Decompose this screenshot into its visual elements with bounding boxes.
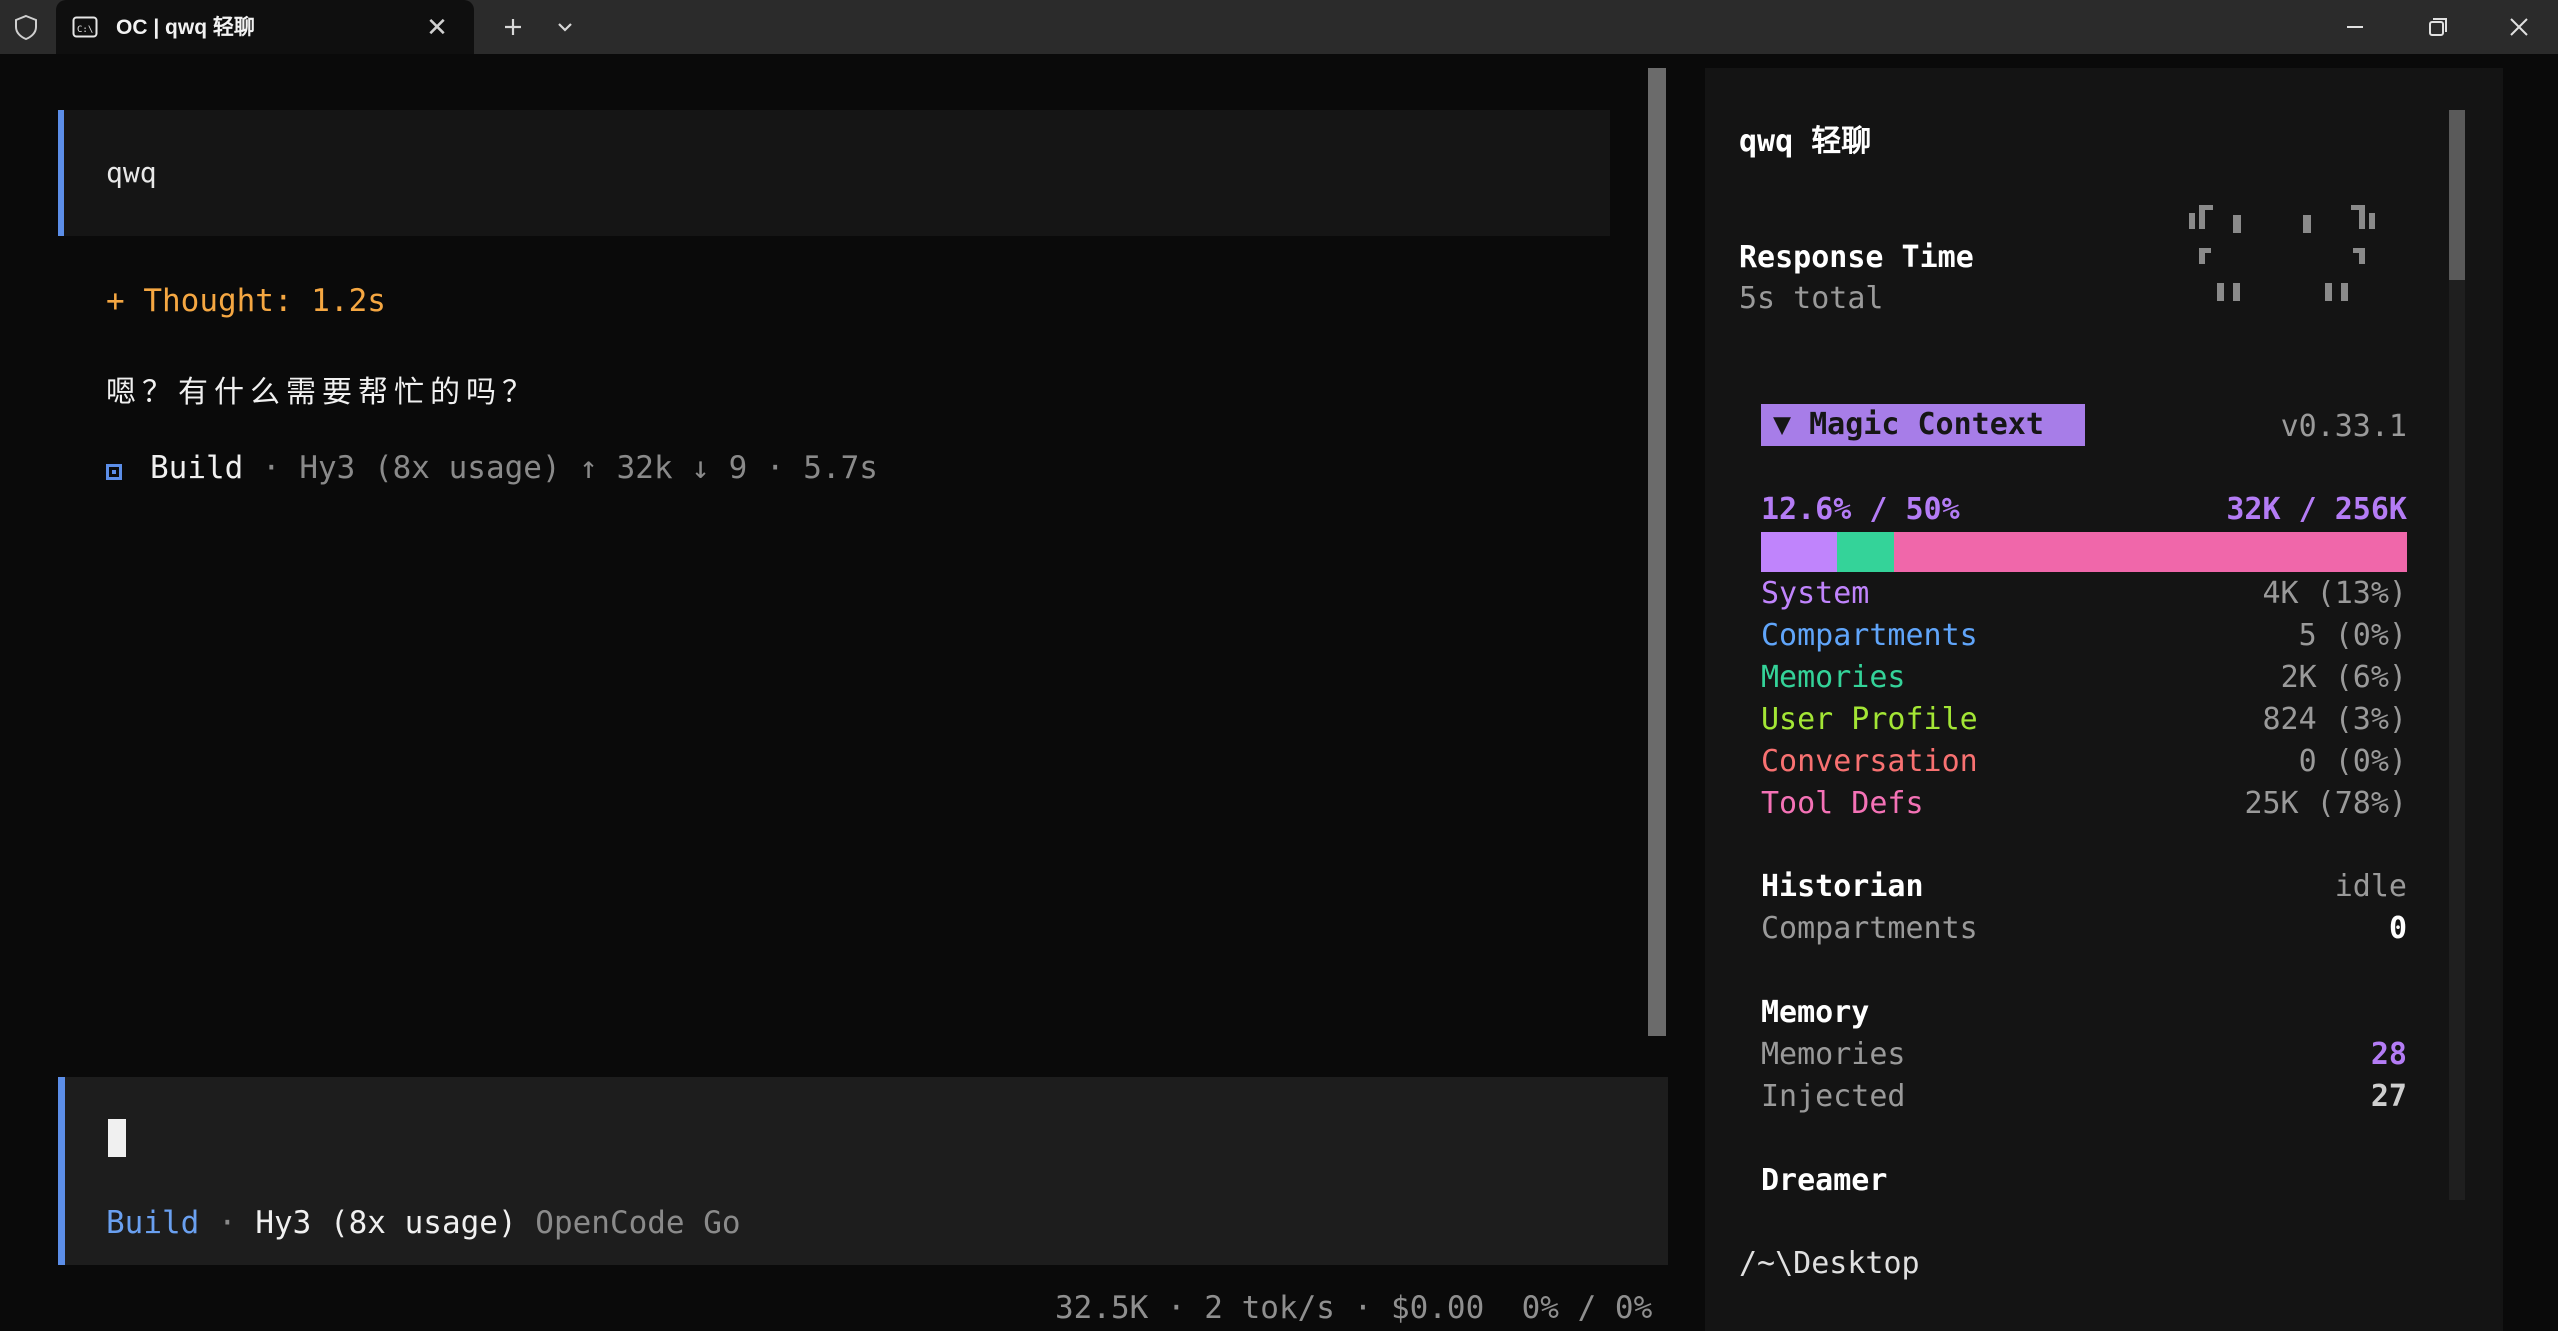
breakdown-label: Conversation	[1761, 744, 1978, 779]
breakdown-value: 2K (6%)	[2280, 660, 2407, 695]
response-time-label: Response Time	[1739, 240, 1974, 275]
agent-mode[interactable]: Build	[106, 1205, 199, 1241]
input-accent-bar	[58, 1077, 65, 1265]
memories-label: Memories	[1761, 1037, 1906, 1072]
tab-active[interactable]: C:\ OC | qwq 轻聊 ✕	[56, 0, 474, 54]
text-cursor	[108, 1119, 126, 1157]
input-status-line: Build · Hy3 (8x usage) OpenCode Go	[106, 1205, 741, 1241]
close-tab-icon[interactable]: ✕	[422, 12, 452, 42]
usage-tokens: 32K / 256K	[2226, 492, 2407, 527]
build-duration: 5.7s	[803, 450, 878, 486]
new-tab-button[interactable]	[494, 12, 532, 42]
historian-compartments-label: Compartments	[1761, 911, 1978, 946]
tokens-down: ↓ 9	[672, 450, 748, 486]
working-directory: /~\Desktop	[1739, 1246, 1920, 1281]
magic-context-toggle[interactable]: ▼ Magic Context	[1761, 404, 2085, 446]
version-label: v0.33.1	[2280, 409, 2407, 444]
svg-text:C:\: C:\	[77, 25, 93, 35]
historian-title: Historian	[1761, 869, 1924, 904]
breakdown-label: Memories	[1761, 660, 1906, 695]
breakdown-label: System	[1761, 576, 1870, 611]
provider-name: OpenCode Go	[516, 1205, 741, 1241]
build-model: Hy3 (8x usage)	[299, 450, 561, 486]
breakdown-value: 0 (0%)	[2298, 744, 2407, 779]
footer-status: 32.5K · 2 tok/s · $0.00 0% / 0%	[1055, 1290, 1653, 1326]
chat-scrollbar[interactable]	[1648, 68, 1666, 1036]
prompt-input[interactable]: Build · Hy3 (8x usage) OpenCode Go	[58, 1077, 1668, 1265]
user-message: qwq	[58, 110, 1610, 236]
terminal-icon: C:\	[72, 16, 98, 38]
memories-value: 28	[2370, 1037, 2407, 1072]
build-info-line: Build · Hy3 (8x usage) ↑ 32k ↓ 9 · 5.7s	[106, 450, 878, 486]
breakdown-label: Tool Defs	[1761, 786, 1924, 821]
session-title: qwq 轻聊	[1739, 124, 1872, 159]
user-message-text: qwq	[106, 156, 157, 189]
assistant-reply: 嗯？有什么需要帮忙的吗？	[106, 375, 538, 410]
separator: ·	[243, 450, 300, 486]
sidebar: qwq 轻聊 Response Time 5s total ▼ Magic Co…	[1705, 68, 2503, 1331]
tab-title: OC | qwq 轻聊	[116, 16, 255, 39]
breakdown-value: 4K (13%)	[2262, 576, 2408, 611]
context-bar-system	[1761, 532, 1837, 572]
thought-toggle[interactable]: + Thought: 1.2s	[106, 283, 386, 319]
close-window-button[interactable]	[2494, 8, 2544, 46]
title-bar: C:\ OC | qwq 轻聊 ✕	[0, 0, 2558, 54]
dreamer-title: Dreamer	[1761, 1163, 1888, 1198]
memory-title: Memory	[1761, 995, 1870, 1030]
breakdown-value: 824 (3%)	[2262, 702, 2408, 737]
separator: ·	[747, 450, 804, 486]
response-time-value: 5s total	[1739, 281, 1884, 316]
message-accent-bar	[58, 110, 64, 236]
historian-status: idle	[2334, 869, 2407, 904]
minimize-button[interactable]	[2330, 8, 2380, 46]
breakdown-value: 5 (0%)	[2298, 618, 2407, 653]
usage-percent: 12.6% / 50%	[1761, 492, 1960, 527]
breakdown-value: 25K (78%)	[2244, 786, 2407, 821]
shield-icon	[15, 14, 37, 41]
injected-label: Injected	[1761, 1079, 1906, 1114]
breakdown-label: Compartments	[1761, 618, 1978, 653]
historian-compartments-value: 0	[2388, 911, 2407, 946]
build-square-icon	[106, 464, 122, 480]
separator: ·	[199, 1205, 256, 1241]
breakdown-label: User Profile	[1761, 702, 1978, 737]
chevron-down-icon[interactable]	[548, 12, 582, 42]
injected-value: 27	[2370, 1079, 2407, 1114]
context-bar-memories	[1837, 532, 1894, 572]
tokens-up: ↑ 32k	[560, 450, 673, 486]
sidebar-scroll-thumb[interactable]	[2449, 110, 2465, 280]
context-usage-bar	[1761, 532, 2407, 572]
model-name[interactable]: Hy3 (8x usage)	[255, 1205, 516, 1241]
build-mode: Build	[150, 450, 244, 486]
restore-button[interactable]	[2412, 8, 2462, 46]
mascot-icon	[2189, 205, 2375, 301]
